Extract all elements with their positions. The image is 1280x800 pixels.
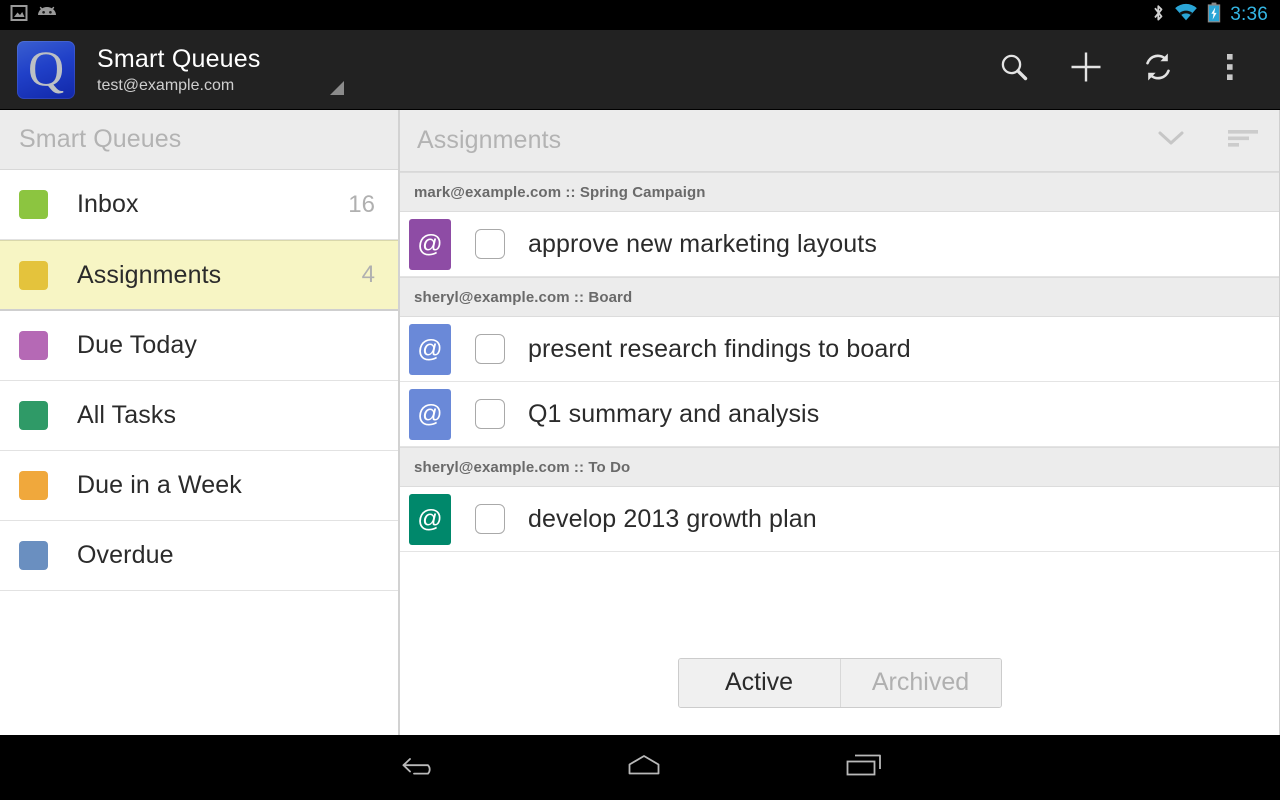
task-group-header: sheryl@example.com :: Board [400, 277, 1279, 317]
queue-label: Overdue [77, 541, 174, 569]
queue-color-swatch [19, 190, 48, 219]
android-tablet-screen: 3:36 Q Smart Queues test@example.com Sma… [0, 0, 1280, 800]
task-group-header: mark@example.com :: Spring Campaign [400, 172, 1279, 212]
tab-archived[interactable]: Archived [839, 658, 1001, 707]
task-checkbox[interactable] [475, 504, 505, 534]
app-logo-q-icon: Q [17, 40, 75, 99]
at-badge-icon: @ [409, 493, 451, 545]
task-title: develop 2013 growth plan [528, 504, 817, 533]
queue-list: Inbox 16 Assignments 4 Due Today All Tas… [0, 170, 398, 735]
nav-recents-button[interactable] [804, 735, 924, 800]
search-button[interactable] [978, 30, 1050, 110]
task-row[interactable]: @ develop 2013 growth plan [400, 487, 1279, 552]
search-icon [997, 50, 1031, 89]
task-list: mark@example.com :: Spring Campaign @ ap… [400, 172, 1279, 630]
task-group-header-label: sheryl@example.com :: To Do [414, 458, 631, 476]
queue-count: 16 [348, 190, 375, 218]
add-icon [1068, 49, 1104, 90]
tab-active[interactable]: Active [678, 658, 840, 707]
nav-home-button[interactable] [584, 735, 704, 800]
queue-color-swatch [19, 401, 48, 430]
task-group-header-label: mark@example.com :: Spring Campaign [414, 183, 706, 201]
at-badge-icon: @ [409, 218, 451, 270]
screenshot-icon [10, 4, 28, 27]
overflow-menu-icon [1225, 51, 1235, 88]
queue-label: All Tasks [77, 401, 177, 429]
refresh-button[interactable] [1122, 30, 1194, 110]
queue-label: Assignments [77, 260, 222, 289]
task-checkbox[interactable] [475, 334, 505, 364]
task-group-header: sheryl@example.com :: To Do [400, 447, 1279, 487]
active-archived-toggle: Active Archived [677, 657, 1002, 708]
action-bar: Q Smart Queues test@example.com [0, 30, 1280, 110]
expand-button[interactable] [1135, 110, 1207, 172]
task-row[interactable]: @ Q1 summary and analysis [400, 382, 1279, 447]
panel-footer: Active Archived [400, 630, 1279, 735]
task-title: Q1 summary and analysis [528, 399, 820, 428]
panel-header-actions [1135, 110, 1279, 172]
sidebar-item-overdue[interactable]: Overdue [0, 521, 398, 591]
task-checkbox[interactable] [475, 229, 505, 259]
queue-color-swatch [19, 260, 48, 290]
task-panel: Assignments mark@example.com:: Spring C… [400, 110, 1280, 735]
refresh-icon [1141, 50, 1175, 89]
sidebar-header-title: Smart Queues [19, 125, 182, 153]
app-title: Smart Queues [97, 44, 261, 73]
nav-back-button[interactable] [364, 735, 484, 800]
task-group-header-label: sheryl@example.com :: Board [414, 288, 633, 306]
panel-header: Assignments [400, 110, 1279, 172]
sidebar-item-due-today[interactable]: Due Today [0, 311, 398, 381]
overflow-menu-button[interactable] [1194, 30, 1266, 110]
queue-count: 4 [361, 261, 375, 288]
status-bar: 3:36 [0, 0, 1280, 30]
battery-charging-icon [1207, 2, 1221, 28]
queue-label: Due in a Week [77, 471, 242, 499]
sidebar-item-due-in-a-week[interactable]: Due in a Week [0, 451, 398, 521]
action-bar-titles[interactable]: Smart Queues test@example.com [97, 44, 345, 96]
task-checkbox[interactable] [475, 399, 505, 429]
status-bar-left-icons [0, 4, 58, 27]
sidebar-item-inbox[interactable]: Inbox 16 [0, 170, 398, 240]
sort-button[interactable] [1207, 110, 1279, 172]
at-badge-icon: @ [409, 323, 451, 375]
chevron-down-icon [1154, 127, 1188, 154]
nav-home-icon [620, 751, 668, 784]
queue-label: Due Today [77, 331, 197, 359]
sidebar: Smart Queues Inbox 16 Assignments 4 Due … [0, 110, 400, 735]
at-badge-icon: @ [409, 388, 451, 440]
status-bar-right-icons: 3:36 [1152, 2, 1280, 28]
add-button[interactable] [1050, 30, 1122, 110]
panel-title: Assignments [417, 126, 562, 154]
action-bar-actions [978, 30, 1280, 110]
spinner-triangle-icon[interactable] [330, 80, 345, 95]
queue-label: Inbox [77, 190, 139, 218]
task-title: present research findings to board [528, 334, 911, 363]
task-title: approve new marketing layouts [528, 229, 877, 258]
sidebar-header: Smart Queues [0, 110, 398, 170]
nav-back-icon [401, 751, 447, 784]
queue-color-swatch [19, 471, 48, 500]
task-row[interactable]: @ present research findings to board [400, 317, 1279, 382]
queue-color-swatch [19, 331, 48, 360]
queue-color-swatch [19, 541, 48, 570]
bluetooth-icon [1152, 3, 1165, 28]
android-robot-icon [36, 5, 58, 26]
account-subtitle: test@example.com [97, 76, 235, 94]
sidebar-item-assignments[interactable]: Assignments 4 [0, 240, 398, 311]
content-area: Smart Queues Inbox 16 Assignments 4 Due … [0, 110, 1280, 735]
nav-recents-icon [842, 751, 886, 784]
sidebar-item-all-tasks[interactable]: All Tasks [0, 381, 398, 451]
status-bar-clock: 3:36 [1230, 4, 1268, 25]
sort-icon [1225, 126, 1261, 155]
navigation-bar [0, 735, 1280, 800]
wifi-icon [1174, 3, 1198, 27]
task-row[interactable]: @ approve new marketing layouts [400, 212, 1279, 277]
